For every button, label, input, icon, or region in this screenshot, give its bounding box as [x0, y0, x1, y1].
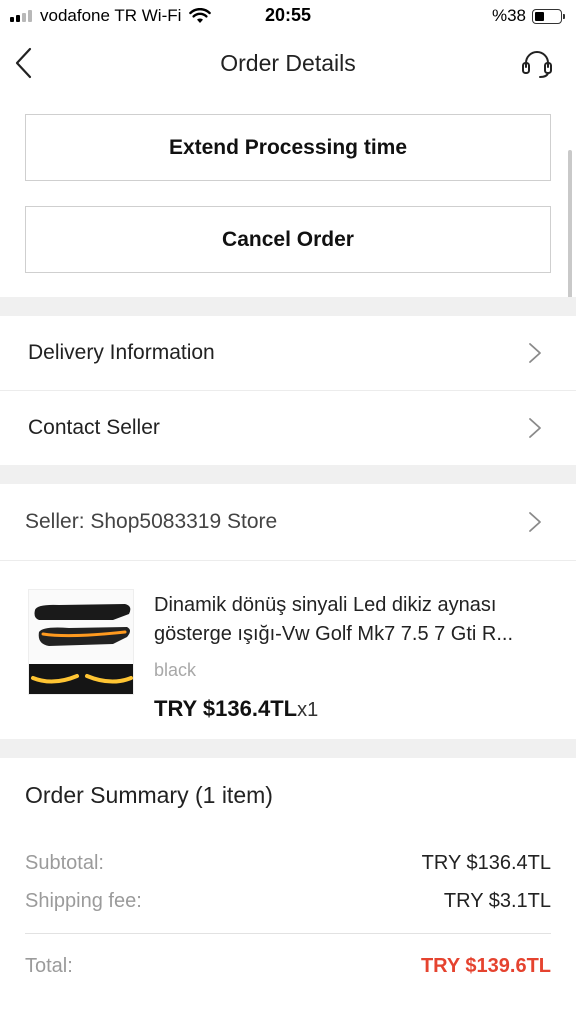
section-gap [0, 465, 576, 484]
subtotal-row: Subtotal: TRY $136.4TL [25, 852, 551, 875]
cancel-order-button[interactable]: Cancel Order [25, 206, 551, 273]
battery-icon [532, 8, 565, 24]
subtotal-label: Subtotal: [25, 852, 104, 874]
product-price-row: TRY $136.4TL x1 [154, 696, 318, 722]
product-item[interactable]: Dinamik dönüş sinyali Led dikiz aynası g… [0, 561, 576, 739]
page-title: Order Details [220, 50, 356, 76]
nav-bar: Order Details [0, 32, 576, 98]
seller-store-row[interactable]: Seller: Shop5083319 Store [0, 484, 576, 560]
shipping-fee-value: TRY $3.1TL [443, 890, 551, 912]
order-summary: Order Summary (1 item) Subtotal: TRY $13… [0, 758, 576, 1024]
shipping-fee-row: Shipping fee: TRY $3.1TL [25, 890, 551, 913]
chevron-right-icon [529, 512, 541, 532]
total-row: Total: TRY $139.6TL [25, 955, 551, 978]
status-right: %38 [491, 5, 565, 27]
divider [25, 933, 551, 934]
total-label: Total: [25, 955, 73, 977]
seller-store-label: Seller: Shop5083319 Store [25, 510, 278, 533]
total-value: TRY $139.6TL [420, 955, 551, 977]
product-variant: black [154, 660, 197, 680]
shipping-fee-label: Shipping fee: [25, 890, 142, 912]
order-summary-title: Order Summary (1 item) [25, 782, 273, 808]
section-gap [0, 297, 576, 316]
battery-percent: %38 [491, 6, 526, 25]
product-price: TRY $136.4TL [154, 696, 298, 721]
contact-seller-label: Contact Seller [28, 416, 160, 439]
product-quantity: x1 [297, 699, 319, 721]
product-image[interactable] [28, 589, 134, 695]
extend-processing-time-button[interactable]: Extend Processing time [25, 114, 551, 181]
delivery-information-label: Delivery Information [28, 341, 215, 364]
section-gap [0, 739, 576, 758]
scroll-indicator [568, 150, 572, 320]
status-bar: vodafone TR Wi-Fi 20:55 %38 [0, 0, 576, 32]
status-time: 20:55 [264, 5, 312, 25]
customer-service-button[interactable] [518, 46, 556, 82]
subtotal-value: TRY $136.4TL [421, 852, 551, 874]
contact-seller-row[interactable]: Contact Seller [0, 391, 576, 465]
chevron-right-icon [529, 343, 541, 363]
product-title[interactable]: Dinamik dönüş sinyali Led dikiz aynası g… [154, 591, 550, 649]
headset-icon [522, 51, 552, 78]
chevron-right-icon [529, 418, 541, 438]
delivery-information-row[interactable]: Delivery Information [0, 316, 576, 390]
